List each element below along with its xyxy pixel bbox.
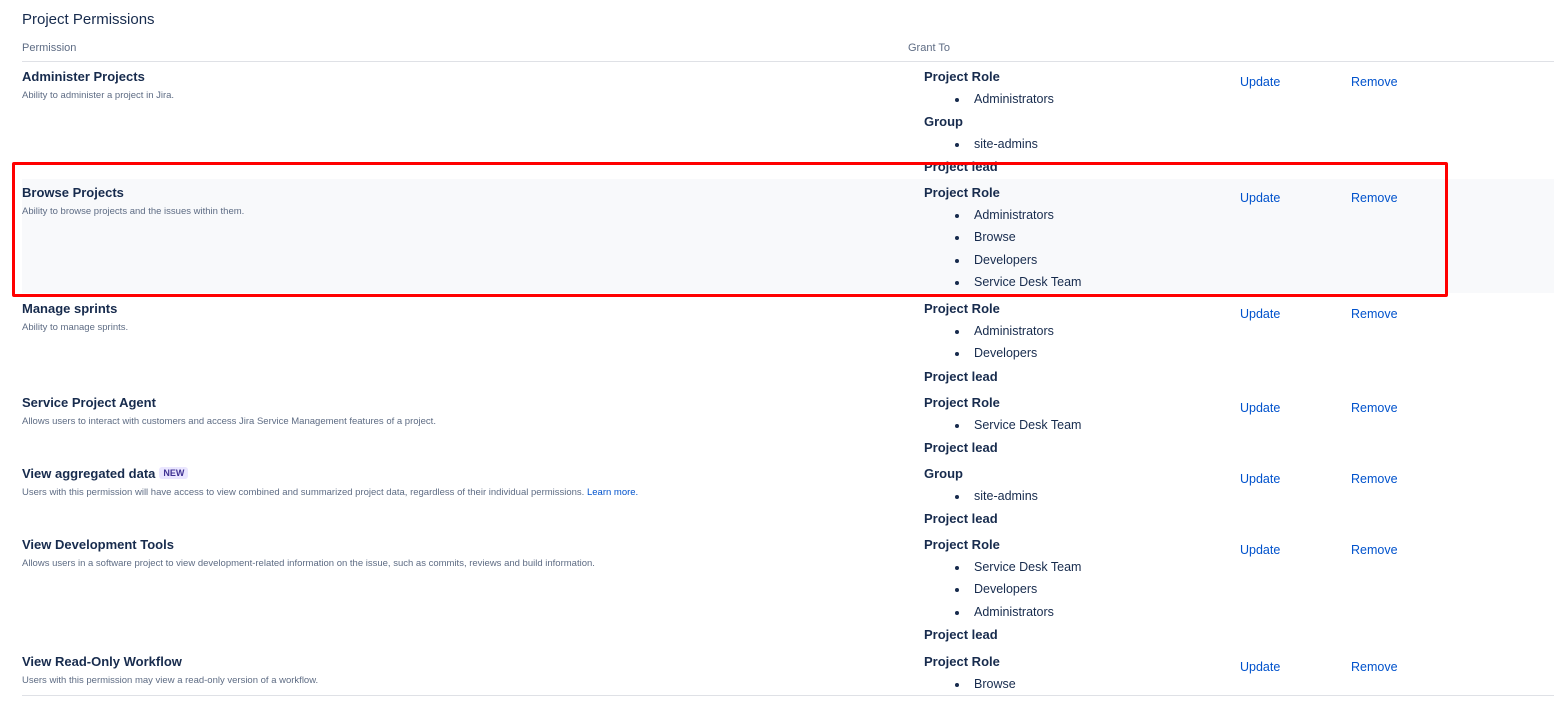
permission-row: View aggregated data NEW Users with this … xyxy=(22,460,1554,531)
grant-list: Project Role Browse xyxy=(924,654,1016,699)
permission-row: Administer Projects Ability to administe… xyxy=(22,63,1554,174)
grant-item: Service Desk Team xyxy=(924,418,1081,441)
grant-type: Project lead xyxy=(924,627,998,642)
remove-button[interactable]: Remove xyxy=(1351,75,1398,89)
grant-item: Administrators xyxy=(924,208,1081,231)
permission-name: View aggregated data NEW xyxy=(22,466,189,481)
update-button[interactable]: Update xyxy=(1240,543,1280,557)
permission-description: Ability to browse projects and the issue… xyxy=(22,206,245,217)
permission-name: View Read-Only Workflow xyxy=(22,654,182,669)
page-title: Project Permissions xyxy=(22,11,155,28)
grant-item: Browse xyxy=(924,230,1081,253)
permission-name: Manage sprints xyxy=(22,301,118,316)
new-badge: NEW xyxy=(159,467,189,479)
grant-item: site-admins xyxy=(924,489,1038,512)
grant-list: Project Role Administrators Group site-a… xyxy=(924,69,1054,182)
permission-row: Service Project Agent Allows users to in… xyxy=(22,389,1554,460)
permission-row: Manage sprints Ability to manage sprints… xyxy=(22,295,1554,389)
permission-name: Administer Projects xyxy=(22,69,145,84)
update-button[interactable]: Update xyxy=(1240,472,1280,486)
header-divider xyxy=(22,61,1554,62)
grant-list: Project Role Administrators Browse Devel… xyxy=(924,185,1081,298)
update-button[interactable]: Update xyxy=(1240,660,1280,674)
grant-type: Group xyxy=(924,466,963,481)
remove-button[interactable]: Remove xyxy=(1351,307,1398,321)
grant-item: Administrators xyxy=(924,605,1081,628)
grant-item: site-admins xyxy=(924,137,1054,160)
grant-type: Project Role xyxy=(924,185,1000,200)
update-button[interactable]: Update xyxy=(1240,191,1280,205)
grant-to-column-header: Grant To xyxy=(908,42,950,54)
permission-name-text: View aggregated data xyxy=(22,466,156,481)
grant-item: Developers xyxy=(924,346,1054,369)
grant-list: Group site-admins Project lead xyxy=(924,466,1038,534)
grant-item: Administrators xyxy=(924,324,1054,347)
permission-row-highlighted: Browse Projects Ability to browse projec… xyxy=(22,179,1554,293)
grant-type: Project Role xyxy=(924,395,1000,410)
permission-description: Users with this permission may view a re… xyxy=(22,675,319,686)
grant-type: Project Role xyxy=(924,69,1000,84)
grant-list: Project Role Administrators Developers P… xyxy=(924,301,1054,391)
remove-button[interactable]: Remove xyxy=(1351,472,1398,486)
permission-row: View Development Tools Allows users in a… xyxy=(22,531,1554,648)
update-button[interactable]: Update xyxy=(1240,401,1280,415)
update-button[interactable]: Update xyxy=(1240,307,1280,321)
grant-item: Developers xyxy=(924,582,1081,605)
grant-item: Service Desk Team xyxy=(924,560,1081,583)
permission-description-text: Users with this permission will have acc… xyxy=(22,487,585,498)
remove-button[interactable]: Remove xyxy=(1351,191,1398,205)
grant-item: Developers xyxy=(924,253,1081,276)
grant-type: Project Role xyxy=(924,654,1000,669)
grant-list: Project Role Service Desk Team Developer… xyxy=(924,537,1081,650)
permission-name: Service Project Agent xyxy=(22,395,156,410)
grant-type: Project Role xyxy=(924,301,1000,316)
grant-type: Group xyxy=(924,114,963,129)
permission-description: Ability to manage sprints. xyxy=(22,322,129,333)
permission-description: Users with this permission will have acc… xyxy=(22,487,638,498)
update-button[interactable]: Update xyxy=(1240,75,1280,89)
grant-item: Administrators xyxy=(924,92,1054,115)
permission-description: Allows users in a software project to vi… xyxy=(22,558,595,569)
grant-type: Project lead xyxy=(924,368,998,384)
grant-type: Project Role xyxy=(924,537,1000,552)
grant-list: Project Role Service Desk Team Project l… xyxy=(924,395,1081,463)
learn-more-link[interactable]: Learn more. xyxy=(587,487,638,498)
table-bottom-divider xyxy=(22,695,1554,696)
permission-description: Allows users to interact with customers … xyxy=(22,416,436,427)
permission-description: Ability to administer a project in Jira. xyxy=(22,90,175,101)
remove-button[interactable]: Remove xyxy=(1351,401,1398,415)
remove-button[interactable]: Remove xyxy=(1351,660,1398,674)
permission-name: View Development Tools xyxy=(22,537,174,552)
permission-column-header: Permission xyxy=(22,42,77,54)
permission-row: View Read-Only Workflow Users with this … xyxy=(22,648,1554,695)
remove-button[interactable]: Remove xyxy=(1351,543,1398,557)
permission-name: Browse Projects xyxy=(22,185,124,200)
